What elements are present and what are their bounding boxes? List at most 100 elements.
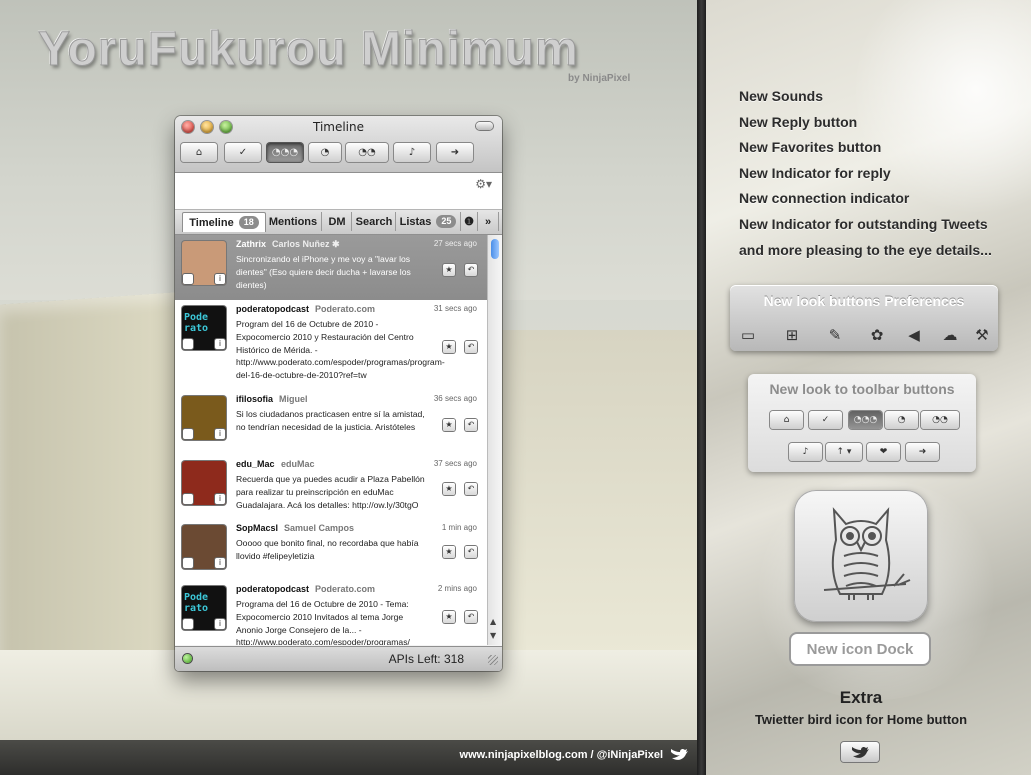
compose-field[interactable]: ⚙▾ (175, 173, 502, 210)
arrow-up-dropdown-icon: ↑ ▾ (836, 447, 852, 457)
favorite-star-icon[interactable]: ★ (443, 341, 455, 353)
toolbar-button-speech-double[interactable]: ◔◔ (346, 143, 388, 162)
tweet-text: Sincronizando el iPhone y me voy a "lava… (236, 254, 411, 290)
speech-triple-icon: ◔◔◔ (271, 147, 299, 158)
tweet-username[interactable]: ifilosofia (236, 394, 273, 404)
speech-single-icon: ◔ (897, 415, 906, 425)
tab-label: DM (328, 215, 346, 228)
api-count: APIs Left: 318 (388, 652, 464, 666)
info-icon[interactable]: i (215, 558, 225, 568)
favorite-star-icon[interactable]: ★ (443, 611, 455, 623)
tweet-timestamp: 31 secs ago (433, 304, 477, 313)
reply-arrow-icon[interactable]: ↶ (465, 611, 477, 623)
feature-item: New Sounds (739, 88, 824, 104)
preferences-showcase: New look buttons Preferences ▭ ⊞ ✎ ✿ ◀ ☁ ⚒ (730, 285, 998, 351)
scrollbar[interactable]: ▲ ▼ (487, 235, 502, 645)
feature-item: and more pleasing to the eye details... (739, 241, 992, 258)
toolbar-button-sound[interactable]: ♪ (394, 143, 430, 162)
favorite-star-icon[interactable]: ★ (443, 546, 455, 558)
avatar[interactable]: i (182, 461, 226, 505)
tweet-timestamp: 36 secs ago (433, 394, 477, 403)
toolbar-showcase: New look to toolbar buttons ⌂ ✓ ◔◔◔ ◔ ◔◔ ♪ ↑ ▾… (748, 374, 976, 472)
connection-indicator (183, 654, 192, 663)
tweet-row[interactable]: i edu_Mac eduMac 37 secs ago Recuerda que ya… (175, 455, 487, 520)
tweet-row[interactable]: i SopMacsl Samuel Campos 1 min ago Ooooo que… (175, 519, 487, 581)
tweet-realname: eduMac (281, 459, 315, 469)
toolbar-button-speech-triple[interactable]: ◔◔◔ (267, 143, 303, 162)
twitter-bird-icon (671, 748, 688, 760)
banner-byline: by NinjaPixel (568, 73, 631, 84)
avatar[interactable]: Pode rato i (182, 586, 226, 630)
info-icon[interactable]: i (215, 274, 225, 284)
tab-mentions[interactable]: Mentions (265, 212, 322, 231)
toolbar-button-check[interactable]: ✓ (225, 143, 261, 162)
tab-label: Listas (399, 215, 432, 228)
tab-dm[interactable]: DM (323, 212, 352, 231)
tab-bar: Timeline 18 Mentions DM Search Listas 25 ❶ » (175, 210, 502, 235)
tweet-username[interactable]: SopMacsl (236, 523, 278, 533)
tab-more[interactable]: » (478, 212, 499, 231)
avatar[interactable]: i (182, 525, 226, 569)
tab-label: » (484, 215, 492, 228)
feature-item: New Favorites button (739, 139, 882, 156)
tab-label: Search (355, 215, 393, 228)
sound-icon: ♪ (408, 147, 416, 158)
favorite-star-icon[interactable]: ★ (443, 419, 455, 431)
toolbar-button-speech-single[interactable]: ◔ (309, 143, 341, 162)
title-bar: Timeline ⌂ ✓ ◔◔◔ ◔ ◔◔ ♪ ➜ (175, 116, 502, 173)
favorite-star-icon[interactable]: ★ (443, 483, 455, 495)
toolbar-button-arrow-right[interactable]: ➜ (437, 143, 473, 162)
new-tab-icon: ⊞ (785, 326, 799, 344)
resize-grip[interactable] (488, 655, 498, 665)
preferences-title: New look buttons Preferences (763, 293, 965, 309)
window-icon: ▭ (740, 326, 756, 344)
reply-indicator-icon (183, 619, 193, 629)
tweet-row[interactable]: i ifilosofia Miguel 36 secs ago Si los ciuda… (175, 390, 487, 456)
info-icon[interactable]: i (215, 339, 225, 349)
avatar[interactable]: i (182, 241, 226, 285)
info-icon[interactable]: i (215, 494, 225, 504)
favorite-star-icon[interactable]: ★ (443, 264, 455, 276)
gear-icon[interactable]: ⚙▾ (475, 177, 492, 191)
reply-arrow-icon[interactable]: ↶ (465, 419, 477, 431)
showcase-button-home: ⌂ (770, 411, 803, 429)
bird-icon: ☁ (942, 326, 958, 344)
tweet-username[interactable]: poderatopodcast (236, 304, 309, 314)
tweet-list: i Zathrix Carlos Nuñez ✱ 27 secs ago Sincron… (175, 235, 487, 645)
tweet-row[interactable]: Pode rato i poderatopodcast Poderato.com 2 m… (175, 580, 487, 645)
window-title: Timeline (312, 120, 365, 134)
tab-extra[interactable]: ❶ (461, 212, 478, 231)
banner-title: YoruFukurou Minimum (38, 23, 579, 77)
home-icon: ⌂ (195, 147, 203, 158)
tab-listas[interactable]: Listas 25 (396, 212, 461, 231)
reply-arrow-icon[interactable]: ↶ (465, 546, 477, 558)
tab-search[interactable]: Search (353, 212, 396, 231)
twitter-bird-icon (852, 746, 869, 758)
tweet-text: Recuerda que ya puedes acudir a Plaza Pa… (236, 474, 425, 510)
reply-arrow-icon[interactable]: ↶ (465, 483, 477, 495)
info-icon[interactable]: i (215, 619, 225, 629)
showcase-button-speech-single: ◔ (885, 411, 918, 429)
tweet-row[interactable]: Pode rato i poderatopodcast Poderato.com 31 … (175, 300, 487, 391)
scroll-thumb[interactable] (491, 239, 499, 259)
scroll-up-arrow-icon[interactable]: ▲ (490, 617, 496, 626)
timeline-window: Timeline ⌂ ✓ ◔◔◔ ◔ ◔◔ ♪ ➜ ⚙▾ Timeline 18 Mention… (175, 116, 502, 671)
tab-timeline[interactable]: Timeline 18 (182, 212, 266, 232)
sound-icon: ♪ (802, 447, 809, 457)
info-icon[interactable]: i (215, 429, 225, 439)
avatar[interactable]: i (182, 396, 226, 440)
tweet-row[interactable]: i Zathrix Carlos Nuñez ✱ 27 secs ago Sincron… (175, 235, 487, 301)
home-bird-button[interactable] (841, 742, 879, 762)
home-icon: ⌂ (783, 415, 790, 425)
avatar[interactable]: Pode rato i (182, 306, 226, 350)
tweet-username[interactable]: poderatopodcast (236, 584, 309, 594)
feature-list: New Sounds New Reply button New Favorites … (739, 88, 992, 267)
reply-arrow-icon[interactable]: ↶ (465, 264, 477, 276)
toolbar-toggle-button[interactable] (476, 122, 493, 130)
tweet-username[interactable]: Zathrix (236, 239, 266, 249)
toolbar-button-home[interactable]: ⌂ (181, 143, 217, 162)
scroll-down-arrow-icon[interactable]: ▼ (490, 631, 496, 640)
tab-label: Mentions (268, 215, 318, 228)
tweet-username[interactable]: edu_Mac (236, 459, 275, 469)
reply-arrow-icon[interactable]: ↶ (465, 341, 477, 353)
